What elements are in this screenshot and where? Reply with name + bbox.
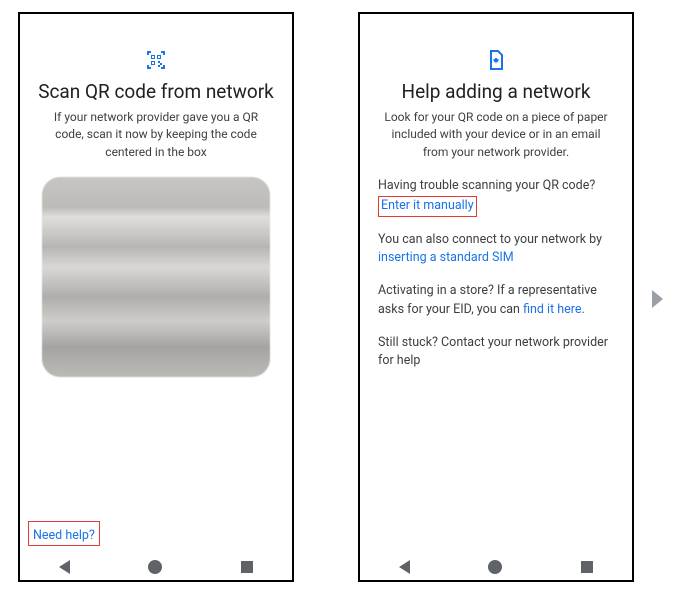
text: You can also connect to your network by (378, 232, 602, 247)
page-title: Help adding a network (376, 80, 616, 103)
icon-row (376, 48, 616, 72)
need-help-link[interactable]: Need help? (33, 528, 95, 543)
camera-preview (42, 177, 270, 377)
android-navbar (360, 552, 632, 582)
need-help-region: Need help? (28, 521, 284, 546)
recent-apps-button[interactable] (581, 561, 593, 573)
paragraph-eid: Activating in a store? If a representati… (376, 282, 616, 320)
home-button[interactable] (488, 560, 502, 574)
paragraph-still-stuck: Still stuck? Contact your network provid… (376, 334, 616, 372)
phone-screen-scan-qr: Scan QR code from network If your networ… (18, 12, 294, 582)
paragraph-trouble-scanning: Having trouble scanning your QR code? En… (376, 177, 616, 217)
enter-manually-link[interactable]: Enter it manually (381, 198, 474, 213)
text: . (582, 302, 585, 317)
phone-screen-help-adding-network: Help adding a network Look for your QR c… (358, 12, 634, 582)
next-slide-chevron-icon[interactable] (652, 290, 663, 308)
back-button[interactable] (59, 560, 70, 574)
recent-apps-button[interactable] (241, 561, 253, 573)
page-subtitle: If your network provider gave you a QR c… (36, 109, 276, 161)
screen-content: Help adding a network Look for your QR c… (360, 14, 632, 552)
screen-content: Scan QR code from network If your networ… (20, 14, 292, 552)
find-eid-link[interactable]: find it here (523, 302, 581, 317)
qr-scan-icon (144, 48, 168, 72)
sim-download-icon (484, 48, 508, 72)
paragraph-standard-sim: You can also connect to your network by … (376, 231, 616, 269)
android-navbar (20, 552, 292, 582)
page-title: Scan QR code from network (36, 80, 276, 103)
home-button[interactable] (148, 560, 162, 574)
page-subtitle: Look for your QR code on a piece of pape… (376, 109, 616, 161)
icon-row (36, 48, 276, 72)
insert-sim-link[interactable]: inserting a standard SIM (378, 250, 514, 265)
text: Having trouble scanning your QR code? (378, 178, 595, 193)
highlight-box: Need help? (28, 521, 100, 546)
back-button[interactable] (399, 560, 410, 574)
highlight-box: Enter it manually (378, 196, 477, 217)
